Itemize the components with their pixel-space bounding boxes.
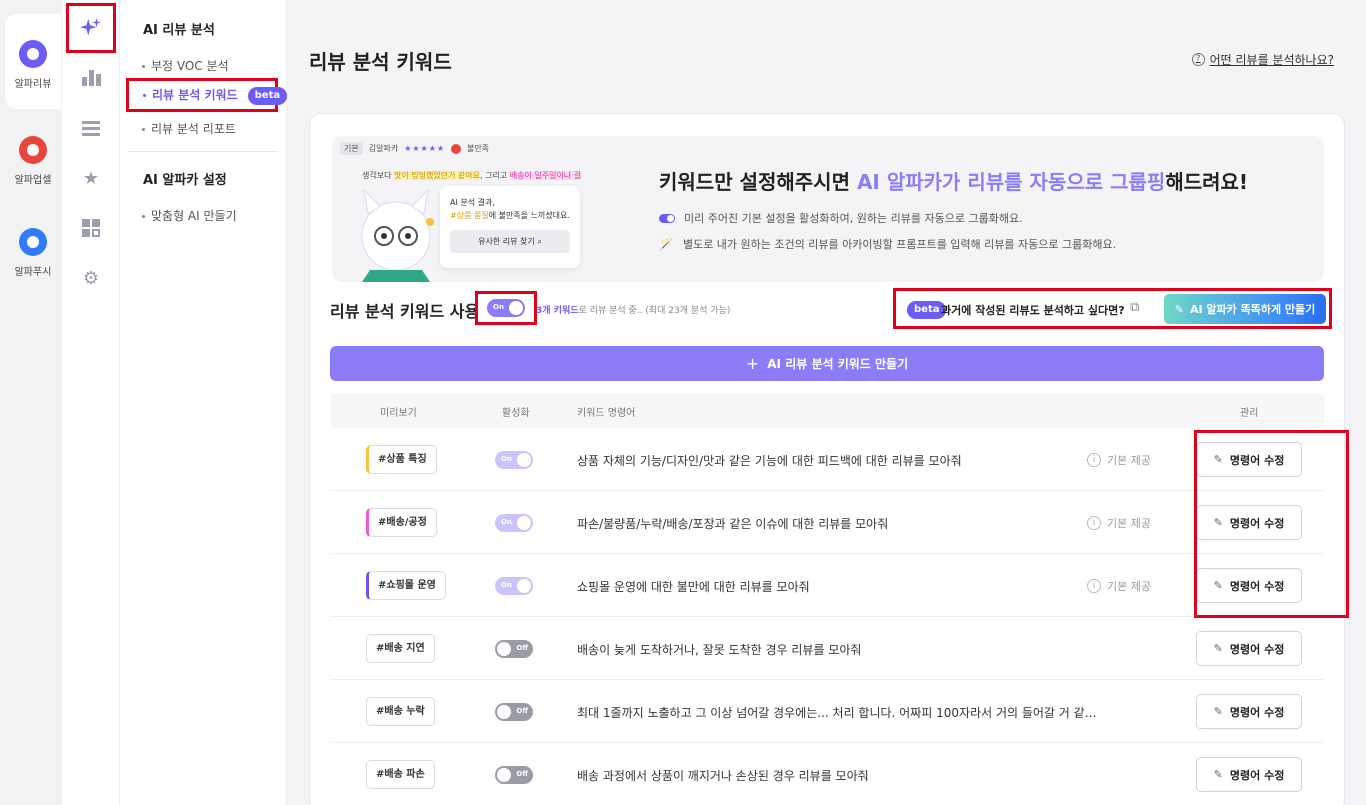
plus-icon: + — [745, 354, 760, 373]
gear-icon[interactable]: ⚙ — [72, 260, 110, 296]
banner-line-1: 미리 주어진 기본 설정을 활성화하여, 원하는 리뷰를 자동으로 그룹화해요. — [659, 210, 1023, 226]
keyword-toggle[interactable]: On — [495, 514, 533, 532]
list-icon[interactable] — [72, 110, 110, 146]
banner-line-2: 🪄 별도로 내가 원하는 조건의 리뷰를 아카이빙할 프롬프트를 입력해 리뷰를 … — [659, 237, 1117, 251]
table-row: #배송/공정 On 파손/불량품/누락/배송/포장과 같은 이슈에 대한 리뷰를 모… — [330, 491, 1324, 554]
table-header: 미리보기 활성화 키워드 명령어 관리 — [330, 393, 1324, 428]
dashboard-icon[interactable] — [72, 210, 110, 246]
create-keyword-button[interactable]: + AI 리뷰 분석 키워드 만들기 — [330, 346, 1324, 381]
beta-badge: beta — [247, 86, 288, 105]
star-icon[interactable]: ★ — [72, 160, 110, 196]
alpha-upsell-logo-icon — [19, 136, 47, 164]
toggle-icon — [659, 213, 675, 223]
keyword-instruction: 쇼핑몰 운영에 대한 불만에 대한 리뷰를 모아줘 — [577, 580, 810, 594]
edit-instruction-button[interactable]: ✎ 명령어 수정 — [1196, 505, 1302, 540]
keyword-toggle[interactable]: Off — [495, 640, 533, 658]
keyword-toggle[interactable]: Off — [495, 703, 533, 721]
analysis-bubble: AI 분석 결과, #상품 품질에 불만족을 느끼셨대요. 유사한 리뷰 찾기 … — [440, 186, 580, 268]
keyword-toggle[interactable]: Off — [495, 766, 533, 784]
subnav-item-custom-ai[interactable]: 맞춤형 AI 만들기 — [142, 207, 237, 224]
table-row: #배송 누락 Off 최대 1줄까지 노출하고 그 이상 넘어갈 경우에는... 처… — [330, 680, 1324, 743]
edit-instruction-button[interactable]: ✎ 명령어 수정 — [1196, 694, 1302, 729]
question-icon: ? — [1191, 53, 1205, 66]
alpaca-mascot-icon — [361, 188, 434, 282]
alpha-review-logo-icon — [19, 40, 47, 68]
app-switcher: 알파리뷰 알파업셀 알파푸시 — [0, 0, 62, 805]
past-review-text: 과거에 작성된 리뷰도 분석하고 싶다면? — [941, 304, 1125, 317]
keyword-instruction: 상품 자체의 기능/디자인/맛과 같은 기능에 대한 피드백에 대한 리뷰를 모… — [577, 454, 962, 468]
info-icon: i — [1087, 453, 1101, 467]
alpha-push-logo-icon — [19, 228, 47, 256]
wand-icon: ✎ — [1174, 302, 1184, 316]
keyword-instruction: 배송이 늦게 도착하거나, 잘못 도착한 경우 리뷰를 모아줘 — [577, 643, 862, 657]
sad-face-icon — [451, 143, 462, 154]
app-alpha-review[interactable]: 알파리뷰 — [5, 14, 61, 109]
keyword-chip: #상품 특징 — [366, 445, 437, 474]
app-alpha-upsell[interactable]: 알파업셀 — [5, 110, 61, 205]
default-provided-badge: i 기본 제공 — [1087, 578, 1151, 594]
banner-headline: 키워드만 설정해주시면 AI 알파카가 리뷰를 자동으로 그룹핑해드려요! — [659, 170, 1249, 194]
usage-title: 리뷰 분석 키워드 사용 — [330, 302, 480, 321]
icon-nav: ★ ⚙ — [62, 0, 120, 805]
edit-instruction-button[interactable]: ✎ 명령어 수정 — [1196, 757, 1302, 792]
keyword-chip: #배송 지연 — [366, 634, 435, 663]
edit-icon: ✎ — [1213, 453, 1223, 466]
external-link-icon[interactable]: ⧉ — [1130, 300, 1139, 315]
divider — [128, 151, 278, 152]
subnav-item-review-report[interactable]: 리뷰 분석 리포트 — [142, 120, 236, 137]
main-content: 리뷰 분석 키워드 ? 어떤 리뷰를 분석하나요? 기본 김알파카 ★★★★★ … — [287, 0, 1366, 805]
intro-banner: 기본 김알파카 ★★★★★ 불만족 생각보다 맛이 밍밍했었던거 같아요, 그리… — [332, 136, 1324, 282]
ai-sparkle-icon[interactable] — [66, 3, 116, 53]
keyword-chip: #배송 파손 — [366, 760, 435, 789]
keyword-table: 미리보기 활성화 키워드 명령어 관리 #상품 특징 On 상품 자체의 기능/디자… — [330, 393, 1324, 805]
sub-nav: AI 리뷰 분석 부정 VOC 분석 리뷰 분석 키워드 beta 리뷰 분석 리… — [120, 0, 288, 805]
table-row: #상품 특징 On 상품 자체의 기능/디자인/맛과 같은 기능에 대한 피드백에 … — [330, 428, 1324, 491]
section-title: AI 알파카 설정 — [143, 173, 227, 188]
edit-icon: ✎ — [1213, 642, 1223, 655]
keyword-instruction: 최대 1줄까지 노출하고 그 이상 넘어갈 경우에는... 처리 합니다. 어짜… — [577, 706, 1097, 720]
banner-illustration: 기본 김알파카 ★★★★★ 불만족 생각보다 맛이 밍밍했었던거 같아요, 그리… — [332, 136, 622, 282]
table-row: #쇼핑몰 운영 On 쇼핑몰 운영에 대한 불만에 대한 리뷰를 모아줘 i 기본 제공… — [330, 554, 1324, 617]
make-alpaca-smart-button[interactable]: ✎ AI 알파카 똑똑하게 만들기 — [1164, 294, 1326, 324]
subnav-item-review-keywords[interactable]: 리뷰 분석 키워드 beta — [126, 78, 288, 112]
table-row: #배송 파손 Off 배송 과정에서 상품이 깨지거나 손상된 경우 리뷰를 모아줘… — [330, 743, 1324, 805]
keyword-toggle[interactable]: On — [495, 577, 533, 595]
edit-instruction-button[interactable]: ✎ 명령어 수정 — [1196, 442, 1302, 477]
find-similar-button: 유사한 리뷰 찾기 ⌕ — [450, 230, 570, 253]
page-title: 리뷰 분석 키워드 — [309, 50, 452, 74]
bar-chart-icon[interactable] — [72, 60, 110, 96]
usage-note: 3개 키워드로 리뷰 분석 중.. (최대 23개 분석 가능) — [536, 306, 731, 316]
keyword-chip: #배송 누락 — [366, 697, 435, 726]
keyword-chip: #배송/공정 — [366, 508, 437, 537]
keyword-instruction: 배송 과정에서 상품이 깨지거나 손상된 경우 리뷰를 모아줘 — [577, 769, 869, 783]
edit-icon: ✎ — [1213, 768, 1223, 781]
edit-icon: ✎ — [1213, 705, 1223, 718]
subnav-item-negative-voc[interactable]: 부정 VOC 분석 — [142, 57, 229, 74]
keyword-instruction: 파손/불량품/누락/배송/포장과 같은 이슈에 대한 리뷰를 모아줘 — [577, 517, 889, 531]
section-title: AI 리뷰 분석 — [143, 23, 215, 38]
app-label: 알파리뷰 — [14, 79, 52, 90]
keyword-chip: #쇼핑몰 운영 — [366, 571, 446, 600]
app-alpha-push[interactable]: 알파푸시 — [5, 202, 61, 297]
edit-instruction-button[interactable]: ✎ 명령어 수정 — [1196, 568, 1302, 603]
edit-icon: ✎ — [1213, 579, 1223, 592]
default-provided-badge: i 기본 제공 — [1087, 452, 1151, 468]
table-row: #배송 지연 Off 배송이 늦게 도착하거나, 잘못 도착한 경우 리뷰를 모아줘… — [330, 617, 1324, 680]
app-label: 알파푸시 — [14, 267, 52, 278]
usage-toggle[interactable]: On — [475, 291, 537, 325]
edit-icon: ✎ — [1213, 516, 1223, 529]
default-provided-badge: i 기본 제공 — [1087, 515, 1151, 531]
info-icon: i — [1087, 579, 1101, 593]
keyword-card: 기본 김알파카 ★★★★★ 불만족 생각보다 맛이 밍밍했었던거 같아요, 그리… — [309, 113, 1349, 805]
past-review-cta: beta 과거에 작성된 리뷰도 분석하고 싶다면? ⧉ ✎ AI 알파카 똑똑하… — [893, 288, 1332, 329]
info-icon: i — [1087, 516, 1101, 530]
edit-instruction-button[interactable]: ✎ 명령어 수정 — [1196, 631, 1302, 666]
app-label: 알파업셀 — [14, 175, 52, 186]
toggle-switch[interactable]: On — [487, 299, 525, 317]
keyword-toggle[interactable]: On — [495, 451, 533, 469]
help-link[interactable]: ? 어떤 리뷰를 분석하나요? — [1191, 51, 1334, 68]
magic-wand-icon: 🪄 — [659, 237, 674, 251]
